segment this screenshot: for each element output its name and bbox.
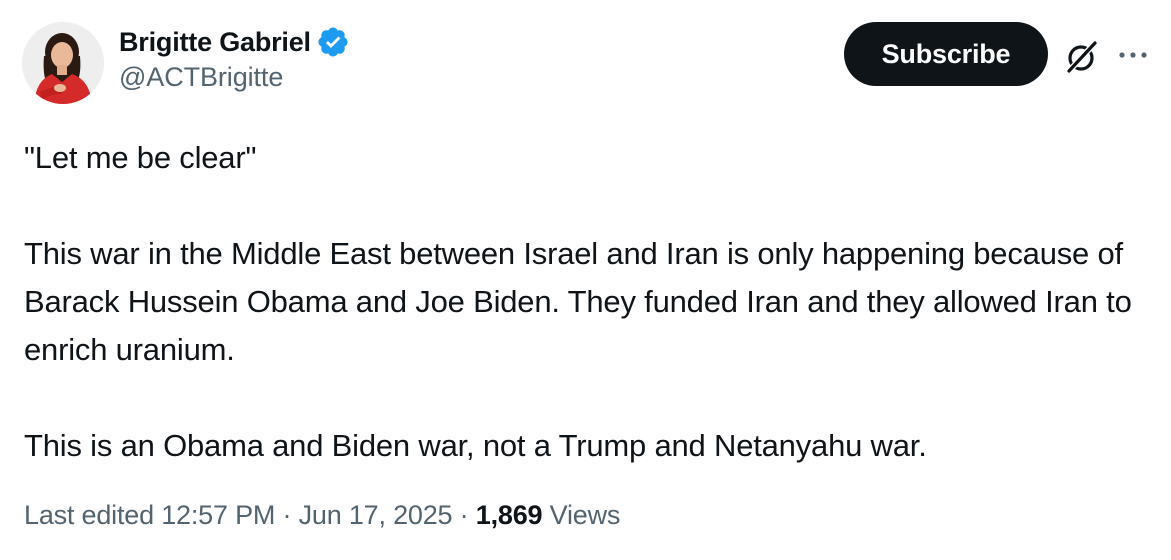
verified-badge-icon[interactable] [316, 25, 350, 59]
tweet-time: 12:57 PM [161, 500, 276, 530]
tweet-paragraph-3: This is an Obama and Biden war, not a Tr… [24, 428, 927, 463]
views-count[interactable]: 1,869 [476, 500, 543, 530]
more-horizontal-icon[interactable] [1113, 38, 1153, 78]
name-row: Brigitte Gabriel [119, 22, 350, 62]
grok-icon[interactable] [1062, 37, 1102, 77]
tweet-paragraph-2: This war in the Middle East between Isra… [24, 236, 1141, 367]
avatar-image [22, 22, 104, 104]
display-name[interactable]: Brigitte Gabriel [119, 27, 311, 58]
subscribe-button[interactable]: Subscribe [844, 22, 1048, 86]
edited-timestamp-link[interactable]: Last edited 12:57 PM · Jun 17, 2025 [24, 500, 453, 530]
tweet-text: "Let me be clear" This war in the Middle… [24, 134, 1154, 470]
avatar[interactable] [22, 22, 104, 104]
user-handle[interactable]: @ACTBrigitte [119, 62, 350, 93]
tweet-card: Brigitte Gabriel @ACTBrigitte Subscribe … [0, 0, 1171, 560]
separator: · [459, 500, 469, 530]
separator: · [282, 500, 292, 530]
edited-label: Last edited [24, 500, 154, 530]
author-block: Brigitte Gabriel @ACTBrigitte [119, 22, 350, 93]
views-label: Views [549, 500, 621, 530]
tweet-metadata: Last edited 12:57 PM · Jun 17, 2025 · 1,… [24, 500, 620, 531]
tweet-paragraph-1: "Let me be clear" [24, 140, 257, 175]
tweet-date: Jun 17, 2025 [298, 500, 453, 530]
